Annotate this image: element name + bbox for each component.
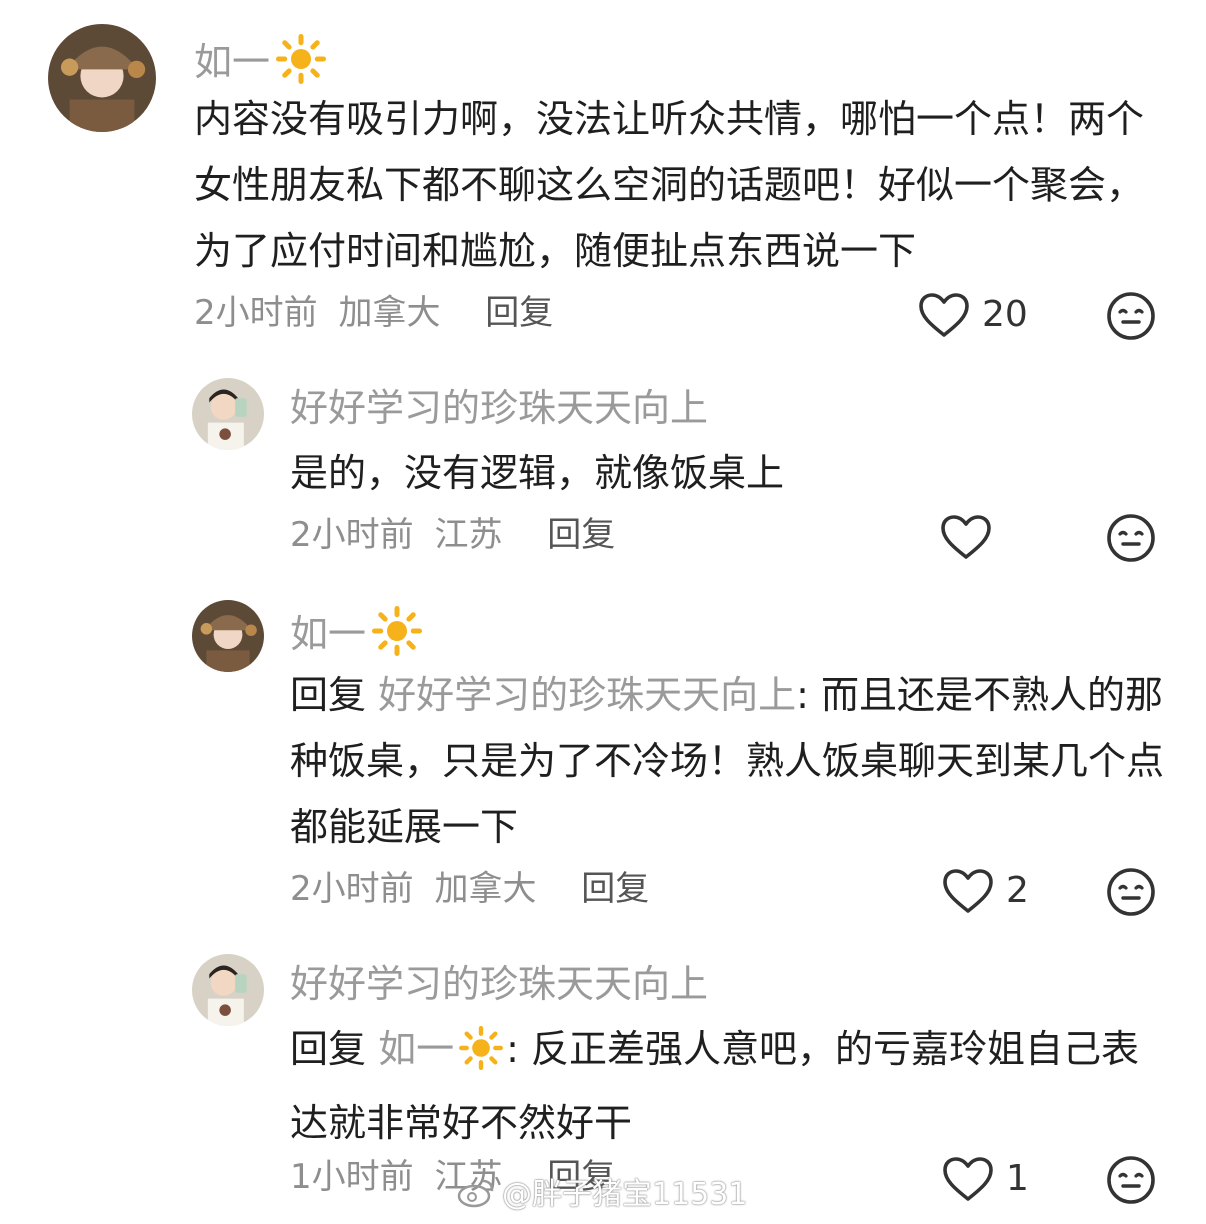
- avatar[interactable]: [48, 24, 156, 132]
- sun-emoji-icon: [368, 606, 426, 662]
- reply-prefix: 回复: [290, 673, 367, 717]
- comment-location: 江苏: [434, 515, 503, 555]
- comment-text: 内容没有吸引力啊，没法让听众共情，哪怕一个点！两个女性朋友私下都不聊这么空洞的话…: [194, 97, 1145, 273]
- comment-username[interactable]: 好好学习的珍珠天天向上: [290, 965, 708, 1003]
- weibo-logo-icon: [456, 1176, 496, 1214]
- heart-icon: [942, 1156, 994, 1202]
- reply-button[interactable]: 回复: [581, 869, 649, 909]
- emoji-reaction-icon[interactable]: [1106, 513, 1156, 563]
- emoji-reaction-icon[interactable]: [1106, 867, 1156, 917]
- like-button[interactable]: 20: [918, 292, 1028, 338]
- comment-text: 回复 好好学习的珍珠天天向上: 而且还是不熟人的那种饭桌，只是为了不冷场！熟人饭…: [290, 673, 1165, 849]
- comment-location: 加拿大: [338, 293, 441, 333]
- comment-username[interactable]: 如一: [194, 34, 330, 90]
- comment-username[interactable]: 好好学习的珍珠天天向上: [290, 389, 708, 427]
- reply-target-username[interactable]: 好好学习的珍珠天天向上: [378, 673, 796, 717]
- heart-icon: [918, 292, 970, 338]
- reply-prefix: 回复: [290, 1027, 367, 1071]
- reply-button[interactable]: 回复: [547, 515, 615, 555]
- comment-time: 1小时前: [290, 1157, 414, 1197]
- sun-emoji-icon: [456, 1024, 506, 1090]
- like-count: 2: [1006, 870, 1029, 911]
- comment-location: 加拿大: [434, 869, 537, 909]
- like-button[interactable]: 1: [942, 1156, 1029, 1202]
- like-count: 1: [1006, 1158, 1029, 1199]
- avatar[interactable]: [192, 600, 264, 672]
- comment-meta: 2小时前 江苏 回复: [290, 518, 615, 552]
- comment-time: 2小时前: [290, 869, 414, 909]
- sun-emoji-icon: [272, 34, 330, 90]
- like-button[interactable]: 2: [942, 868, 1029, 914]
- comment-text: 是的，没有逻辑，就像饭桌上: [290, 451, 785, 495]
- comment-text: 回复 如一: 反正差强人意吧，的亏嘉玲姐自己表达就非常好不然好干: [290, 1016, 1170, 1156]
- watermark: @胖子猪宝11531: [456, 1176, 747, 1214]
- avatar[interactable]: [192, 954, 264, 1026]
- comment-username[interactable]: 如一: [290, 606, 426, 662]
- emoji-reaction-icon[interactable]: [1106, 291, 1156, 341]
- comment-time: 2小时前: [290, 515, 414, 555]
- like-count: 20: [982, 294, 1028, 335]
- comment-meta: 2小时前 加拿大 回复: [194, 296, 553, 330]
- like-button[interactable]: [940, 514, 1004, 560]
- comment-meta: 2小时前 加拿大 回复: [290, 872, 649, 906]
- heart-icon: [940, 514, 992, 560]
- emoji-reaction-icon[interactable]: [1106, 1155, 1156, 1205]
- reply-target-username[interactable]: 如一: [378, 1026, 506, 1071]
- avatar[interactable]: [192, 378, 264, 450]
- heart-icon: [942, 868, 994, 914]
- reply-button[interactable]: 回复: [485, 293, 553, 333]
- comment-time: 2小时前: [194, 293, 318, 333]
